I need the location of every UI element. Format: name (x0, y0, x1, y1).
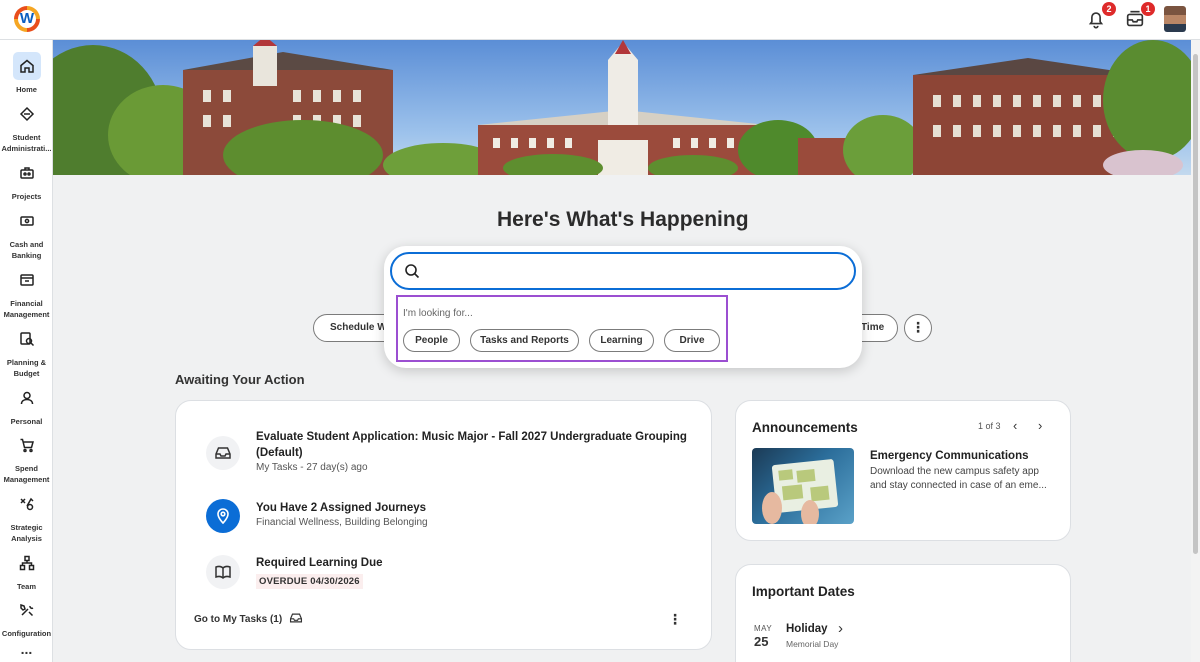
announcement-title[interactable]: Emergency Communications (870, 450, 1028, 462)
sidebar-item-financial-management[interactable]: Financial Management (0, 266, 53, 320)
sidebar-item-label: Home (16, 85, 37, 94)
sidebar-item-student-administration[interactable]: Student Administrati... (0, 100, 53, 154)
planning-icon (19, 332, 34, 347)
announcements-card: Announcements 1 of 3 ‹ › Emergency Commu… (735, 400, 1071, 541)
workday-logo[interactable]: W (14, 6, 40, 32)
search-icon (405, 264, 420, 279)
page-scrollbar[interactable] (1191, 40, 1200, 662)
user-avatar[interactable] (1164, 6, 1186, 32)
sidebar-item-label: Configuration (1, 629, 52, 638)
task-subtitle: My Tasks - 27 day(s) ago (256, 462, 368, 473)
overdue-badge: OVERDUE 04/30/2026 (256, 574, 363, 589)
cash-icon (19, 216, 34, 226)
spend-icon (20, 438, 34, 453)
category-tasks-and-reports-button[interactable]: Tasks and Reports (470, 329, 579, 352)
campus-banner-image (53, 40, 1191, 175)
sidebar-item-home[interactable]: Home (0, 52, 53, 95)
search-input[interactable] (430, 260, 840, 282)
sidebar-item-more[interactable]: ... (0, 641, 53, 657)
important-dates-title: Important Dates (752, 584, 855, 599)
inbox-badge: 1 (1141, 2, 1155, 16)
category-learning-button[interactable]: Learning (589, 329, 654, 352)
announcements-pager: 1 of 3 (978, 421, 1001, 431)
strategic-icon (19, 497, 34, 511)
date-month: MAY (754, 624, 773, 633)
logo-letter: W (19, 10, 35, 27)
date-event-description: Memorial Day (786, 639, 839, 649)
sidebar-item-personal[interactable]: Personal (0, 384, 53, 427)
sidebar-item-cash-and-banking[interactable]: Cash and Banking (0, 207, 53, 261)
looking-for-label: I'm looking for... (403, 308, 473, 319)
more-actions-button[interactable]: ⋮ (904, 314, 932, 342)
sidebar-item-strategic-analysis[interactable]: Strategic Analysis (0, 490, 53, 544)
inbox-button[interactable]: 1 (1124, 2, 1155, 32)
sidebar-item-label: Student Administrati... (1, 133, 52, 153)
notifications-badge: 2 (1102, 2, 1116, 16)
team-icon (19, 555, 34, 571)
notifications-button[interactable]: 2 (1085, 2, 1116, 32)
home-icon (19, 59, 34, 73)
chevron-right-icon[interactable]: › (838, 620, 843, 637)
task-title[interactable]: Required Learning Due (256, 555, 383, 571)
sidebar-item-label: Personal (10, 417, 43, 426)
sidebar-item-configuration[interactable]: Configuration (0, 596, 53, 639)
sidebar-item-label: Planning & Budget (6, 358, 47, 378)
more-icon: ... (20, 641, 33, 657)
task-icon-wrapper (206, 436, 240, 470)
projects-icon (19, 167, 34, 179)
financial-icon (19, 274, 34, 286)
task-title[interactable]: Evaluate Student Application: Music Majo… (256, 429, 696, 461)
sidebar-item-planning-budget[interactable]: Planning & Budget (0, 325, 53, 379)
sidebar-item-label: Projects (11, 192, 42, 201)
awaiting-action-title: Awaiting Your Action (175, 372, 305, 387)
sidebar-item-label: Team (16, 582, 37, 591)
location-pin-icon (217, 508, 229, 525)
task-subtitle: Financial Wellness, Building Belonging (256, 517, 428, 528)
awaiting-action-card: Evaluate Student Application: Music Majo… (175, 400, 712, 650)
page-title: Here's What's Happening (497, 208, 749, 231)
sidebar: Home Student Administrati... Projects Ca… (0, 40, 53, 662)
tablet-map-illustration (762, 459, 839, 524)
chevron-right-icon[interactable]: › (1038, 418, 1042, 433)
announcement-image[interactable] (752, 448, 854, 524)
chevron-left-icon[interactable]: ‹ (1013, 418, 1017, 433)
announcements-title: Announcements (752, 420, 858, 435)
campus-illustration (53, 40, 1191, 175)
configuration-icon (19, 603, 33, 617)
scrollbar-thumb[interactable] (1193, 54, 1198, 554)
inbox-icon (289, 613, 302, 623)
sidebar-item-label: Cash and Banking (9, 240, 44, 260)
date-event-name[interactable]: Holiday (786, 623, 828, 635)
book-icon (215, 565, 231, 580)
announcement-body: Download the new campus safety app and s… (870, 466, 1047, 491)
go-to-my-tasks-label: Go to My Tasks (1) (194, 614, 283, 625)
top-bar: W 2 1 (0, 0, 1200, 40)
search-popup: I'm looking for... People Tasks and Repo… (384, 246, 862, 368)
sidebar-item-label: Spend Management (3, 464, 50, 484)
sidebar-item-spend-management[interactable]: Spend Management (0, 431, 53, 485)
sidebar-item-label: Strategic Analysis (10, 523, 43, 543)
sidebar-item-projects[interactable]: Projects (0, 159, 53, 202)
search-category-panel: I'm looking for... People Tasks and Repo… (396, 295, 728, 362)
search-field[interactable] (390, 252, 856, 290)
learning-icon-wrapper (206, 555, 240, 589)
personal-icon (20, 391, 33, 405)
category-drive-button[interactable]: Drive (664, 329, 720, 352)
tasks-more-icon[interactable]: ⋮ (668, 612, 682, 626)
important-dates-card: Important Dates MAY 25 Holiday › Memoria… (735, 564, 1071, 662)
category-people-button[interactable]: People (403, 329, 460, 352)
student-admin-icon (19, 106, 34, 122)
date-day: 25 (754, 634, 769, 649)
inbox-icon (215, 447, 231, 459)
task-title[interactable]: You Have 2 Assigned Journeys (256, 500, 426, 516)
go-to-my-tasks-link[interactable]: Go to My Tasks (1) (194, 611, 303, 625)
sidebar-item-team[interactable]: Team (0, 549, 53, 592)
sidebar-item-label: Financial Management (3, 299, 50, 319)
journey-icon-wrapper (206, 499, 240, 533)
